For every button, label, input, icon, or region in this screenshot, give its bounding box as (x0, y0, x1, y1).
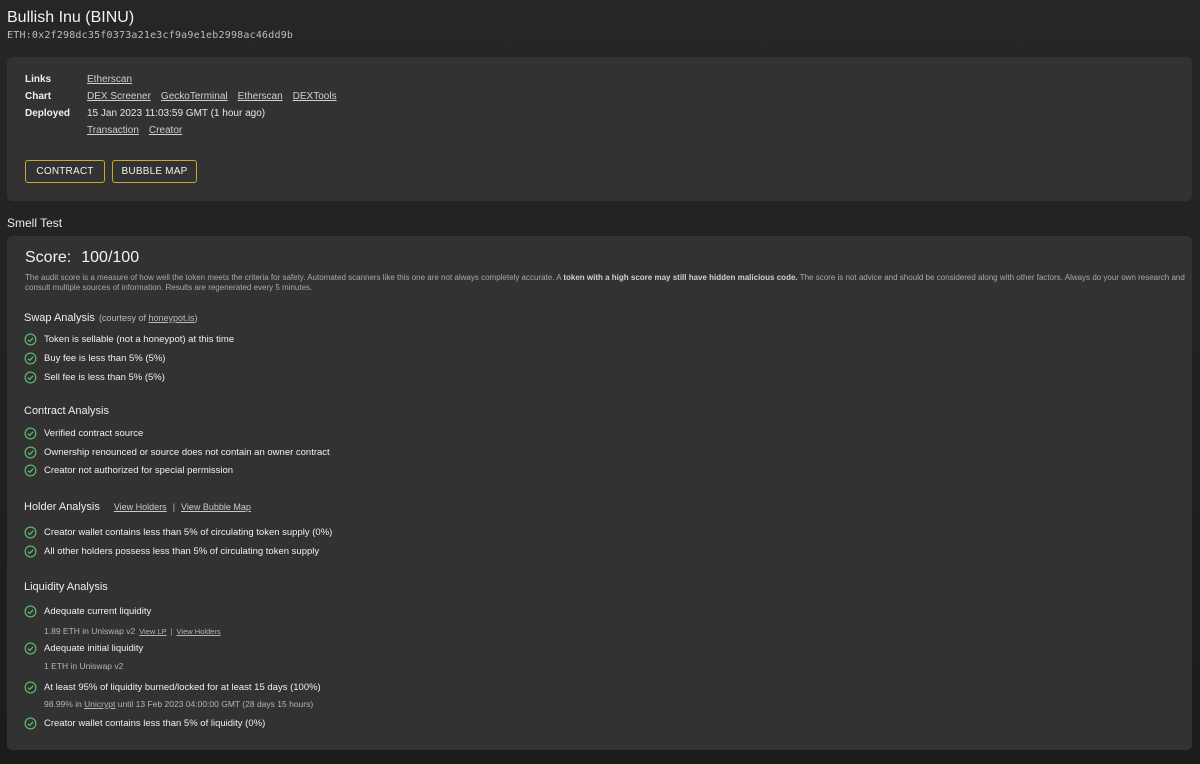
dextools-link[interactable]: DEXTools (293, 91, 337, 102)
check-circle-icon (24, 545, 37, 558)
check-text: At least 95% of liquidity burned/locked … (44, 682, 321, 693)
disclaimer-text-pre: The audit score is a measure of how well… (25, 273, 564, 282)
transaction-link[interactable]: Transaction (87, 125, 139, 136)
score-disclaimer: The audit score is a measure of how well… (25, 273, 1185, 292)
check-text: Verified contract source (44, 428, 144, 439)
info-grid: Links Etherscan Chart DEX Screener Gecko… (25, 71, 337, 139)
liquidity-links: View LP | View Holders (139, 627, 220, 636)
check-item: Adequate current liquidity (24, 605, 152, 618)
swap-courtesy: (courtesy of honeypot.is) (99, 313, 198, 323)
chart-row: Chart DEX Screener GeckoTerminal Ethersc… (25, 88, 337, 105)
current-liquidity-value: 1.89 ETH in Uniswap v2 (44, 626, 136, 636)
check-item: Adequate initial liquidity (24, 642, 144, 655)
unicrypt-link[interactable]: Unicrypt (84, 699, 115, 709)
check-circle-icon (24, 333, 37, 346)
contract-button[interactable]: CONTRACT (25, 160, 105, 183)
check-circle-icon (24, 446, 37, 459)
check-item: Creator wallet contains less than 5% of … (24, 717, 266, 730)
links-row: Links Etherscan (25, 71, 337, 88)
check-text: Creator wallet contains less than 5% of … (44, 527, 333, 538)
deployed-links-row: Transaction Creator (25, 122, 337, 139)
check-circle-icon (24, 427, 37, 440)
courtesy-pre: (courtesy of (98, 313, 149, 323)
holder-links: View Holders | View Bubble Map (114, 502, 251, 512)
check-text: Ownership renounced or source does not c… (44, 447, 330, 458)
check-item: Verified contract source (24, 427, 144, 440)
deployed-value: 15 Jan 2023 11:03:59 GMT (1 hour ago) (87, 108, 266, 119)
score: Score: 100/100 (25, 249, 139, 267)
disclaimer-text-bold: token with a high score may still have h… (563, 273, 798, 282)
check-circle-icon (24, 464, 37, 477)
check-item: All other holders possess less than 5% o… (24, 545, 320, 558)
deployed-label: Deployed (25, 108, 71, 119)
holder-links-separator: | (172, 502, 176, 512)
check-circle-icon (24, 642, 37, 655)
view-lp-holders-link[interactable]: View Holders (177, 627, 221, 636)
liquidity-analysis-heading: Liquidity Analysis (24, 581, 108, 593)
deployed-row: Deployed 15 Jan 2023 11:03:59 GMT (1 hou… (25, 105, 337, 122)
check-item: Token is sellable (not a honeypot) at th… (24, 333, 235, 346)
swap-analysis-heading: Swap Analysis (courtesy of honeypot.is) (24, 312, 198, 324)
check-text: All other holders possess less than 5% o… (44, 546, 320, 557)
check-circle-icon (24, 352, 37, 365)
links-label: Links (25, 74, 52, 85)
check-text: Adequate current liquidity (44, 606, 152, 617)
current-liquidity-detail: 1.89 ETH in Uniswap v2 View LP | View Holde… (44, 626, 221, 636)
smell-test-panel: Score: 100/100 The audit score is a measu… (7, 236, 1192, 750)
geckoterminal-link[interactable]: GeckoTerminal (161, 91, 228, 102)
chart-label: Chart (25, 91, 52, 102)
check-text: Adequate initial liquidity (44, 643, 144, 654)
honeypot-link[interactable]: honeypot.is (148, 313, 194, 323)
dex-screener-link[interactable]: DEX Screener (87, 91, 151, 102)
holder-analysis-heading: Holder Analysis View Holders | View Bubble … (24, 501, 251, 513)
check-item: Sell fee is less than 5% (5%) (24, 371, 165, 384)
contract-analysis-heading: Contract Analysis (24, 405, 109, 417)
check-text: Creator wallet contains less than 5% of … (44, 718, 266, 729)
check-circle-icon (24, 681, 37, 694)
check-text: Token is sellable (not a honeypot) at th… (44, 334, 235, 345)
creator-link[interactable]: Creator (149, 125, 182, 136)
score-value: 100/100 (81, 249, 140, 266)
check-circle-icon (24, 371, 37, 384)
view-bubble-map-link[interactable]: View Bubble Map (181, 502, 251, 512)
check-circle-icon (24, 717, 37, 730)
token-address: ETH:0x2f298dc35f0373a21e3cf9a9e1eb2998ac… (7, 30, 294, 41)
bubble-map-button[interactable]: BUBBLE MAP (112, 160, 197, 183)
check-item: Creator wallet contains less than 5% of … (24, 526, 333, 539)
lock-detail-pre: 98.99% in (44, 699, 85, 709)
check-item: Ownership renounced or source does not c… (24, 446, 330, 459)
holder-analysis-title: Holder Analysis (24, 501, 100, 513)
swap-analysis-title: Swap Analysis (24, 312, 95, 324)
check-item: Creator not authorized for special permi… (24, 464, 234, 477)
initial-liquidity-detail: 1 ETH in Uniswap v2 (44, 661, 124, 671)
score-label: Score: (25, 249, 72, 266)
etherscan-link[interactable]: Etherscan (87, 74, 132, 85)
courtesy-post: ) (194, 313, 198, 323)
etherscan-chart-link[interactable]: Etherscan (238, 91, 283, 102)
lock-detail-post: until 13 Feb 2023 04:00:00 GMT (28 days … (115, 699, 314, 709)
smell-test-heading: Smell Test (7, 216, 63, 230)
check-text: Buy fee is less than 5% (5%) (44, 353, 166, 364)
check-item: At least 95% of liquidity burned/locked … (24, 681, 321, 694)
token-title: Bullish Inu (BINU) (7, 9, 135, 26)
check-text: Sell fee is less than 5% (5%) (44, 372, 165, 383)
liquidity-links-separator: | (170, 627, 173, 636)
view-holders-link[interactable]: View Holders (114, 502, 167, 512)
check-circle-icon (24, 605, 37, 618)
check-circle-icon (24, 526, 37, 539)
check-text: Creator not authorized for special permi… (44, 465, 234, 476)
liquidity-lock-detail: 98.99% in Unicrypt until 13 Feb 2023 04:… (44, 699, 313, 709)
check-item: Buy fee is less than 5% (5%) (24, 352, 166, 365)
token-info-panel: Links Etherscan Chart DEX Screener Gecko… (7, 57, 1192, 201)
view-lp-link[interactable]: View LP (139, 627, 166, 636)
